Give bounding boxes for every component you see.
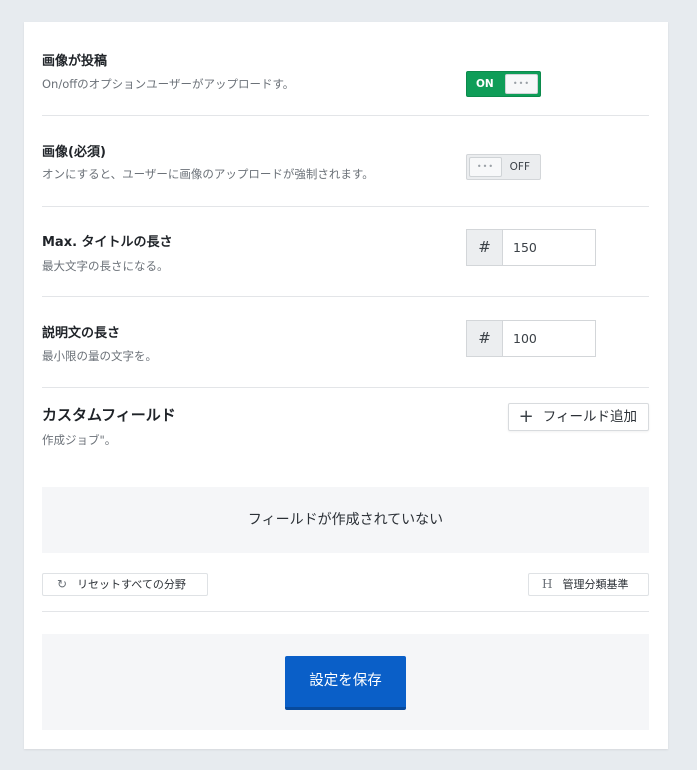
divider [42, 296, 649, 297]
description-length-desc: 最小限の量の文字を。 [42, 349, 157, 363]
max-title-length-title: Max. タイトルの長さ [42, 235, 173, 250]
custom-fields-title: カスタムフィールド [42, 406, 176, 424]
max-title-length-desc: 最大文字の長さになる。 [42, 259, 169, 273]
divider [42, 115, 649, 116]
heading-icon: H [542, 577, 553, 591]
image-upload-toggle[interactable]: ON ••• [466, 71, 541, 97]
description-length-value[interactable]: 100 [513, 321, 537, 356]
save-area: 設定を保存 [42, 634, 649, 730]
toggle-knob: ••• [469, 157, 502, 177]
image-upload-title: 画像が投稿 [42, 54, 108, 69]
reset-fields-label: リセットすべての分野 [77, 578, 186, 591]
divider [42, 206, 649, 207]
add-field-button[interactable]: + フィールド追加 [507, 403, 649, 431]
taxonomy-label: 管理分類基準 [562, 578, 629, 591]
empty-fields-message: フィールドが作成されていない [42, 487, 649, 553]
hash-icon: # [467, 230, 503, 265]
image-required-desc: オンにすると、ユーザーに画像のアップロードが強制されます。 [42, 167, 374, 181]
custom-fields-desc: 作成ジョブ"。 [42, 433, 117, 447]
taxonomy-button[interactable]: H 管理分類基準 [528, 573, 649, 596]
toggle-state-label: OFF [509, 161, 530, 173]
add-field-label: フィールド追加 [542, 409, 637, 425]
image-required-toggle[interactable]: ••• OFF [466, 154, 541, 180]
image-upload-desc: On/offのオプションユーザーがアップロードす。 [42, 77, 295, 91]
description-length-title: 説明文の長さ [42, 326, 121, 341]
save-settings-button[interactable]: 設定を保存 [285, 656, 406, 710]
refresh-icon: ↻ [57, 577, 68, 591]
divider [42, 611, 649, 612]
divider [42, 387, 649, 388]
settings-card: 画像が投稿 On/offのオプションユーザーがアップロードす。 ON ••• 画… [24, 22, 668, 749]
max-title-length-input[interactable]: # 150 [466, 229, 596, 266]
description-length-input[interactable]: # 100 [466, 320, 596, 357]
image-required-title: 画像(必須) [42, 145, 106, 160]
toggle-state-label: ON [476, 78, 494, 90]
hash-icon: # [467, 321, 503, 356]
max-title-length-value[interactable]: 150 [513, 230, 537, 265]
toggle-knob: ••• [505, 74, 538, 94]
reset-fields-button[interactable]: ↻ リセットすべての分野 [42, 573, 208, 596]
plus-icon: + [518, 406, 534, 427]
